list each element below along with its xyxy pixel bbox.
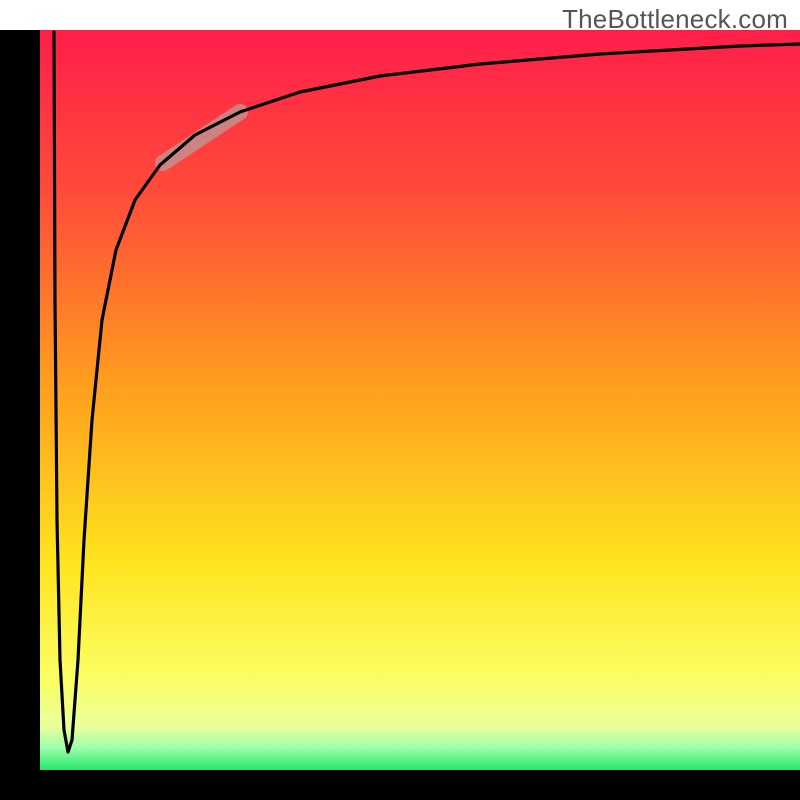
chart-svg <box>0 0 800 800</box>
watermark-text: TheBottleneck.com <box>562 4 788 35</box>
x-axis-border <box>0 770 800 800</box>
plot-background <box>40 30 800 770</box>
chart-canvas: TheBottleneck.com <box>0 0 800 800</box>
y-axis-border <box>0 30 40 800</box>
